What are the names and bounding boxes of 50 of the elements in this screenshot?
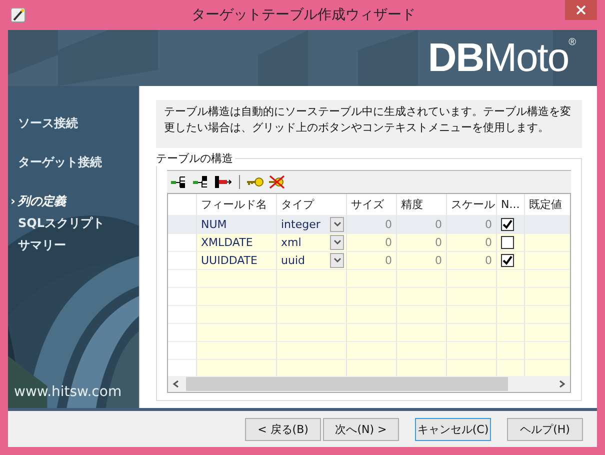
- table-cell: 0: [435, 236, 442, 249]
- wand-icon: [10, 7, 26, 23]
- table-cell: integer: [281, 218, 320, 231]
- chevron-down-icon: [334, 240, 340, 245]
- wizard-button[interactable]: ヘルプ(H): [507, 418, 583, 440]
- wizard-step[interactable]: ソース接続: [8, 112, 78, 134]
- checkbox[interactable]: [501, 236, 514, 249]
- website-text: www.hitsw.com: [14, 384, 122, 400]
- table-cell: XMLDATE: [201, 236, 253, 249]
- table-cell: UUIDDATE: [201, 254, 258, 267]
- wizard-button[interactable]: キャンセル(C): [415, 418, 491, 440]
- table-cell: 0: [485, 218, 492, 231]
- dropdown-button[interactable]: [330, 217, 344, 232]
- wizard-step[interactable]: ターゲット接続: [8, 151, 102, 173]
- table-cell: 0: [485, 236, 492, 249]
- window-title: ターゲットテーブル作成ウィザード: [190, 6, 416, 24]
- close-button[interactable]: [565, 0, 597, 20]
- scroll-left-icon[interactable]: [172, 380, 180, 388]
- horizontal-scrollbar[interactable]: [168, 376, 570, 392]
- table-cell: uuid: [281, 254, 305, 267]
- key-icon[interactable]: [246, 176, 264, 188]
- wizard-step[interactable]: SQLスクリプト: [8, 212, 104, 234]
- chevron-down-icon: [334, 258, 340, 263]
- wizard-step[interactable]: › 列の定義: [8, 190, 66, 212]
- table-cell: 0: [435, 254, 442, 267]
- table-cell: 0: [385, 218, 392, 231]
- table-cell: 0: [385, 236, 392, 249]
- table-cell: 0: [385, 254, 392, 267]
- checkbox[interactable]: [501, 254, 514, 267]
- table-row[interactable]: UUIDDATE uuid 0 0 0: [168, 252, 570, 270]
- scroll-right-icon[interactable]: [558, 380, 566, 388]
- remove-field-icon[interactable]: [215, 176, 233, 188]
- chevron-down-icon: [334, 222, 340, 227]
- delete-key-icon[interactable]: [268, 175, 286, 189]
- logo: DBMoto$^{®}$: [428, 38, 575, 78]
- table-cell: 0: [435, 218, 442, 231]
- description-text: テーブル構造は自動的にソーステーブル中に生成されています。テーブル構造を変更したい場合は、グリッド上のボタンやコンテキストメニューを使用します。: [156, 100, 582, 148]
- wizard-button[interactable]: < 戻る(B): [245, 418, 321, 440]
- wizard-button[interactable]: 次へ(N) >: [323, 418, 399, 440]
- group-title: テーブルの構造: [156, 151, 235, 166]
- table-row[interactable]: NUM integer 0 0 0: [168, 216, 570, 234]
- table-row[interactable]: XMLDATE xml 0 0 0: [168, 234, 570, 252]
- wizard-step[interactable]: サマリー: [8, 234, 66, 256]
- table-cell: NUM: [201, 218, 227, 231]
- table-cell: 0: [485, 254, 492, 267]
- dropdown-button[interactable]: [330, 235, 344, 250]
- close-icon: [576, 5, 586, 15]
- checkbox[interactable]: [501, 218, 514, 231]
- dropdown-button[interactable]: [330, 253, 344, 268]
- table-cell: xml: [281, 236, 302, 249]
